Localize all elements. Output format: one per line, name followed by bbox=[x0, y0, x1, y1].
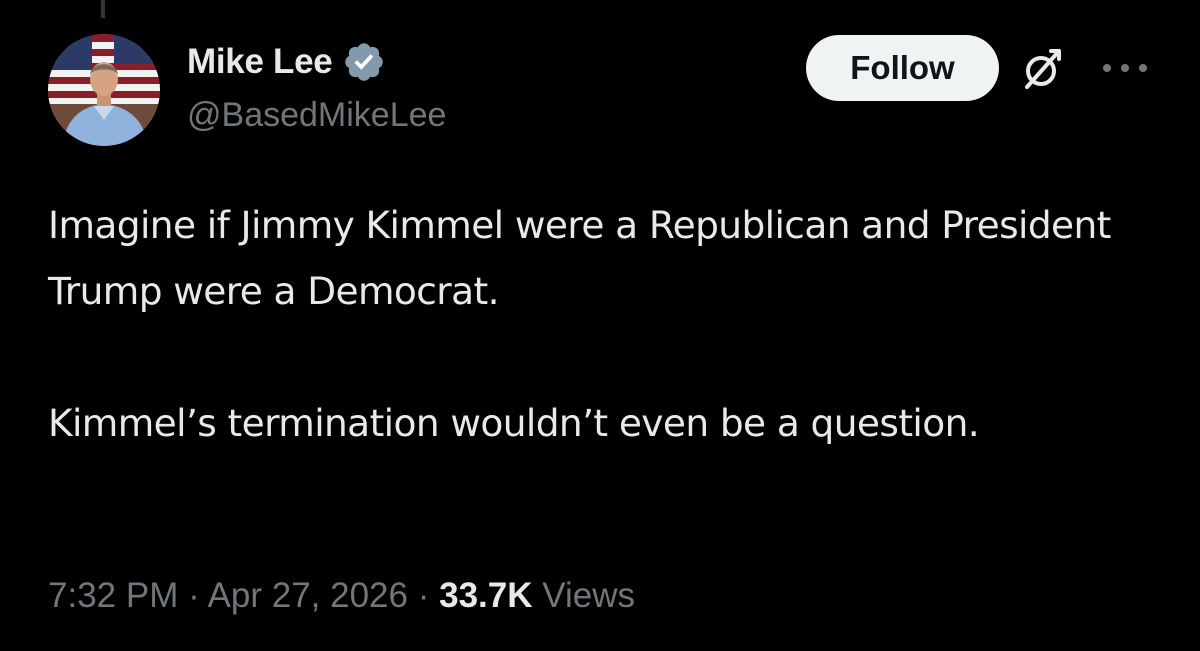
tweet-text: Imagine if Jimmy Kimmel were a Republica… bbox=[48, 192, 1158, 456]
display-name[interactable]: Mike Lee bbox=[187, 42, 333, 82]
grok-icon[interactable] bbox=[1018, 44, 1068, 94]
views-label[interactable]: Views bbox=[542, 576, 635, 615]
tweet-date[interactable]: Apr 27, 2026 bbox=[208, 576, 408, 615]
verified-badge-icon[interactable] bbox=[342, 40, 386, 84]
tweet-time[interactable]: 7:32 PM bbox=[48, 576, 178, 615]
tweet-paragraph: Kimmel’s termination wouldn’t even be a … bbox=[48, 401, 980, 445]
thread-connector-line bbox=[101, 0, 105, 18]
more-options-icon[interactable] bbox=[1097, 54, 1153, 82]
author-handle[interactable]: @BasedMikeLee bbox=[187, 96, 446, 135]
tweet-paragraph: Imagine if Jimmy Kimmel were a Republica… bbox=[48, 203, 1111, 313]
profile-photo-icon bbox=[48, 34, 160, 146]
meta-separator: · bbox=[417, 576, 430, 615]
avatar[interactable] bbox=[48, 34, 160, 146]
meta-separator: · bbox=[188, 576, 200, 615]
views-count[interactable]: 33.7K bbox=[439, 576, 532, 615]
follow-button[interactable]: Follow bbox=[806, 35, 999, 101]
tweet-metadata: 7:32 PM · Apr 27, 2026 · 33.7K Views bbox=[48, 576, 635, 616]
author-name-row: Mike Lee bbox=[187, 40, 386, 84]
